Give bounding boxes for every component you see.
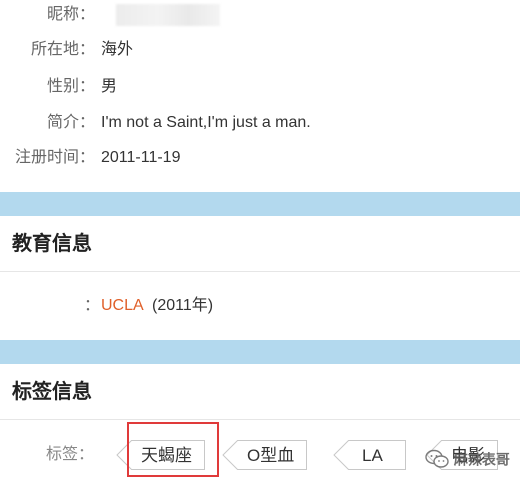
gender-label: 性别：	[46, 78, 95, 95]
school-link[interactable]: UCLA	[101, 288, 144, 324]
tag-label: O型血	[247, 446, 295, 465]
bio-row: 简介： I'm not a Saint,I'm just a man.	[0, 105, 520, 141]
tag-notch-icon	[333, 440, 349, 470]
nickname-row: 昵称：	[0, 0, 520, 33]
gender-value: 男	[101, 78, 118, 95]
tag-blood-type[interactable]: O型血	[222, 440, 308, 470]
profile-page: 昵称： 所在地： 海外 性别： 男 简介： I'm not a Saint,I'…	[0, 0, 520, 485]
watermark-text: 麻辣表哥	[453, 451, 510, 468]
tag-label: LA	[362, 446, 383, 465]
wechat-icon	[425, 450, 449, 468]
register-value: 2011-11-19	[101, 149, 181, 166]
bio-value: I'm not a Saint,I'm just a man.	[101, 114, 311, 131]
nickname-blurred-value	[116, 4, 220, 26]
education-row: ： UCLA (2011年)	[0, 288, 520, 324]
tags-title: 标签信息	[12, 381, 92, 403]
gender-row: 性别： 男	[0, 69, 520, 105]
location-row: 所在地： 海外	[0, 32, 520, 68]
tags-label: 标签：	[46, 446, 95, 463]
watermark: 麻辣表哥	[424, 446, 510, 470]
register-row: 注册时间： 2011-11-19	[0, 140, 520, 176]
tags-header: 标签信息	[0, 364, 520, 420]
education-colon: ：	[84, 297, 101, 314]
tag-notch-icon	[222, 440, 238, 470]
register-label: 注册时间：	[14, 149, 95, 166]
section-divider-band	[0, 192, 520, 216]
section-divider-band-2	[0, 340, 520, 364]
location-label: 所在地：	[30, 41, 95, 58]
bio-label: 简介：	[46, 114, 95, 131]
highlight-box	[127, 422, 219, 477]
location-value: 海外	[101, 41, 134, 58]
education-title: 教育信息	[12, 233, 92, 255]
education-header: 教育信息	[0, 216, 520, 272]
school-year: (2011年)	[152, 297, 214, 314]
nickname-label: 昵称：	[46, 6, 95, 23]
tag-la[interactable]: LA	[333, 440, 406, 470]
